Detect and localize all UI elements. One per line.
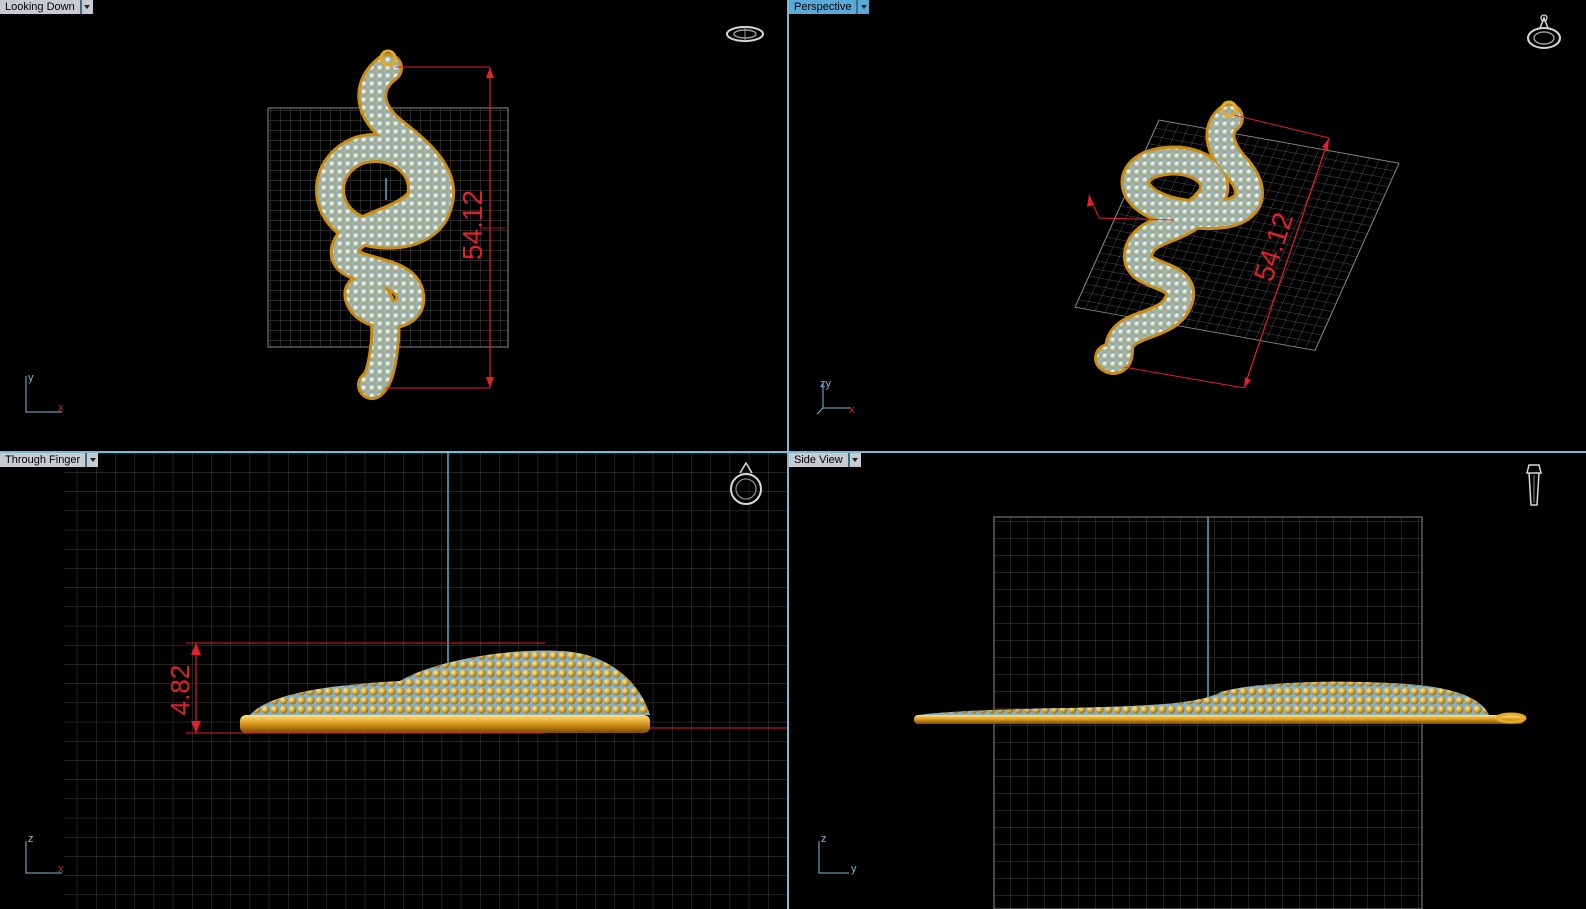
dimension-label-thickness: 4.82 bbox=[165, 664, 195, 716]
viewport-label-looking-down[interactable]: Looking Down bbox=[0, 0, 93, 14]
perspective-scene bbox=[1074, 100, 1400, 389]
viewport-label-text: Looking Down bbox=[0, 0, 81, 14]
axis-indicator: y x bbox=[25, 372, 64, 414]
viewport-looking-down[interactable]: 54.12 Looking Down y x bbox=[0, 0, 787, 451]
ring-top-view-icon[interactable] bbox=[723, 14, 767, 64]
chevron-down-icon[interactable] bbox=[848, 453, 861, 467]
dimension-label-height: 54.12 bbox=[457, 189, 488, 260]
viewport-label-text: Perspective bbox=[789, 0, 858, 14]
chevron-down-icon[interactable] bbox=[80, 0, 93, 14]
side-view-scene bbox=[914, 516, 1527, 909]
axis-indicator: zy x bbox=[815, 378, 865, 423]
looking-down-scene bbox=[267, 49, 509, 400]
viewport-label-through-finger[interactable]: Through Finger bbox=[0, 453, 99, 467]
viewport-divider-horizontal[interactable] bbox=[0, 451, 1586, 453]
chevron-down-icon[interactable] bbox=[857, 0, 870, 14]
viewport-perspective[interactable]: 54.12 Perspective zy x bbox=[789, 0, 1586, 451]
viewport-side-view[interactable]: Side View z y bbox=[789, 453, 1586, 909]
axis-indicator: z x bbox=[25, 833, 64, 875]
axis-indicator: z y bbox=[818, 833, 857, 875]
ring-side-view-icon[interactable] bbox=[1519, 461, 1563, 511]
viewport-through-finger[interactable]: 4.82 Through Finger z x bbox=[0, 453, 787, 909]
ring-perspective-icon[interactable] bbox=[1524, 10, 1568, 60]
through-finger-scene bbox=[64, 453, 787, 909]
viewport-divider-vertical[interactable] bbox=[787, 0, 789, 909]
viewport-label-perspective[interactable]: Perspective bbox=[789, 0, 870, 14]
viewport-label-text: Through Finger bbox=[0, 453, 87, 467]
viewport-label-text: Side View bbox=[789, 453, 849, 467]
viewport-label-side-view[interactable]: Side View bbox=[789, 453, 861, 467]
chevron-down-icon[interactable] bbox=[86, 453, 99, 467]
ring-front-view-icon[interactable] bbox=[724, 459, 768, 509]
